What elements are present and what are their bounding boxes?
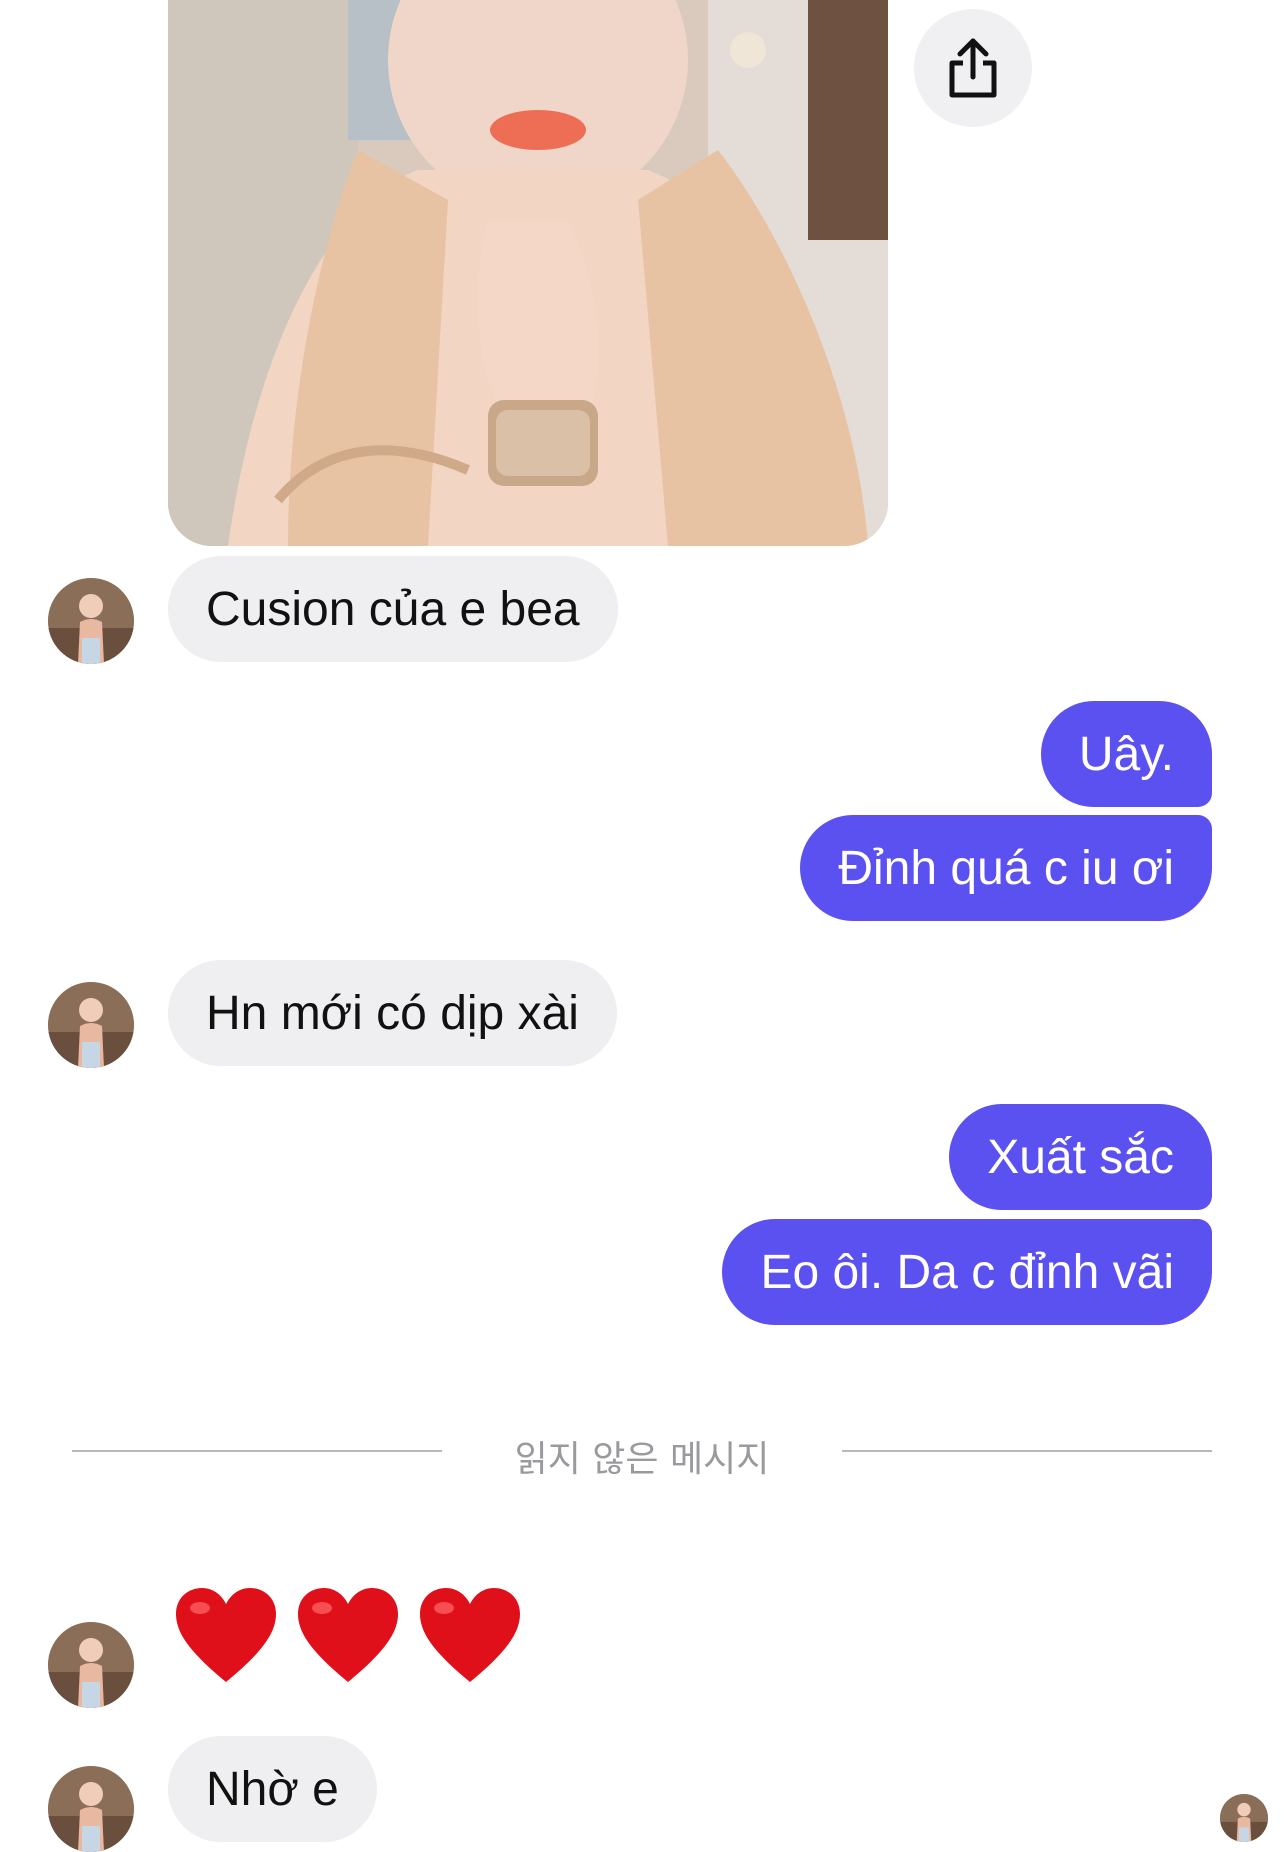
message-bubble-outgoing[interactable]: Xuất sắc [949,1104,1212,1210]
message-bubble-outgoing[interactable]: Đỉnh quá c iu ơi [800,815,1212,921]
message-text: Eo ôi. Da c đỉnh vãi [760,1245,1174,1299]
message-bubble-incoming[interactable]: Cusion của e bea [168,556,618,662]
avatar[interactable] [48,578,134,664]
message-bubble-incoming[interactable]: Hn mới có dịp xài [168,960,617,1066]
unread-divider: 읽지 않은 메시지 [72,1420,1212,1480]
message-bubble-outgoing[interactable]: Eo ôi. Da c đỉnh vãi [722,1219,1212,1325]
avatar-image [48,1766,134,1852]
message-text: Cusion của e bea [206,582,580,636]
shared-photo[interactable] [168,0,888,546]
heart-icon [298,1588,398,1682]
avatar-image [48,578,134,664]
read-receipt-avatar [1220,1794,1268,1842]
message-text: Hn mới có dịp xài [206,986,579,1040]
avatar-image [48,1622,134,1708]
avatar-image [1220,1794,1268,1842]
share-icon [949,38,997,98]
photo-illustration [168,0,888,546]
share-button[interactable] [914,9,1032,127]
message-text: Xuất sắc [987,1130,1174,1184]
heart-icon [176,1588,276,1682]
heart-icon [420,1588,520,1682]
message-text: Uây. [1078,727,1174,781]
message-bubble-incoming[interactable]: Nhờ e [168,1736,377,1842]
avatar[interactable] [48,1766,134,1852]
avatar-image [48,982,134,1068]
message-text: Đỉnh quá c iu ơi [838,841,1174,895]
message-bubble-outgoing[interactable]: Uây. [1040,701,1212,807]
divider-line [842,1450,1212,1452]
avatar[interactable] [48,982,134,1068]
heart-emoji-message[interactable] [172,1584,524,1694]
unread-label: 읽지 않은 메시지 [514,1439,770,1480]
avatar[interactable] [48,1622,134,1708]
message-text: Nhờ e [206,1762,339,1816]
